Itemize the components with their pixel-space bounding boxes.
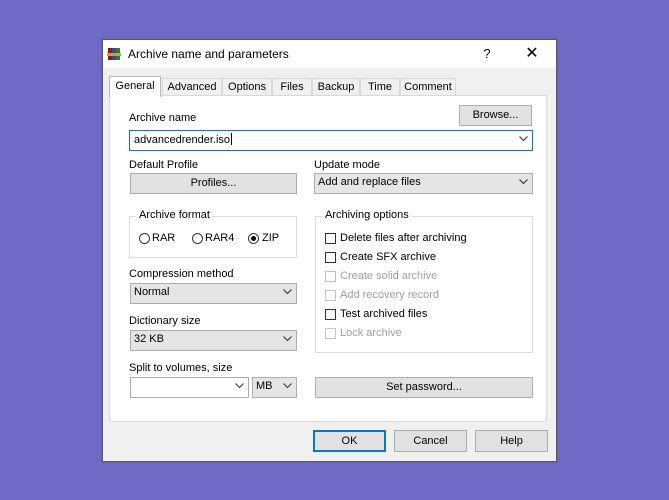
radio-rar-label[interactable]: RAR bbox=[152, 232, 175, 244]
default-profile-label: Default Profile bbox=[129, 159, 199, 171]
text-caret bbox=[231, 133, 233, 145]
split-volumes-label: Split to volumes, size bbox=[129, 362, 233, 374]
cancel-button[interactable]: Cancel bbox=[394, 430, 467, 452]
checkbox-lock-archive bbox=[325, 328, 336, 339]
winrar-books-icon bbox=[107, 48, 121, 60]
tab-files[interactable]: Files bbox=[272, 78, 312, 95]
ok-button[interactable]: OK bbox=[313, 430, 386, 452]
set-password-button[interactable]: Set password... bbox=[315, 377, 533, 398]
dictionary-size-value: 32 KB bbox=[134, 333, 164, 345]
tab-options[interactable]: Options bbox=[222, 78, 272, 95]
chevron-down-icon[interactable] bbox=[519, 136, 528, 142]
window-title: Archive name and parameters bbox=[128, 47, 289, 61]
update-mode-label: Update mode bbox=[314, 159, 381, 171]
checkbox-create-solid bbox=[325, 271, 336, 282]
create-sfx-label[interactable]: Create SFX archive bbox=[340, 251, 436, 263]
tab-general[interactable]: General bbox=[109, 76, 161, 97]
archive-name-value: advancedrender.iso bbox=[134, 134, 231, 146]
checkbox-test-archived[interactable] bbox=[325, 309, 336, 320]
update-mode-value: Add and replace files bbox=[318, 176, 421, 188]
help-button[interactable]: Help bbox=[475, 430, 548, 452]
radio-selected-dot bbox=[251, 236, 256, 241]
archive-name-label: Archive name bbox=[129, 112, 197, 124]
tab-comment[interactable]: Comment bbox=[400, 78, 456, 95]
split-unit-select[interactable]: MB bbox=[252, 377, 297, 398]
dictionary-size-label: Dictionary size bbox=[129, 315, 201, 327]
title-bar[interactable]: Archive name and parameters ? ✕ bbox=[103, 40, 556, 68]
test-archived-label[interactable]: Test archived files bbox=[340, 308, 427, 320]
close-icon[interactable]: ✕ bbox=[520, 43, 544, 65]
archive-dialog: Archive name and parameters ? ✕ General … bbox=[102, 39, 557, 462]
help-icon[interactable]: ? bbox=[479, 44, 495, 64]
browse-button[interactable]: Browse... bbox=[459, 105, 532, 126]
chevron-down-icon[interactable] bbox=[235, 383, 244, 389]
checkbox-delete-files[interactable] bbox=[325, 233, 336, 244]
tab-advanced[interactable]: Advanced bbox=[162, 78, 222, 95]
compression-method-value: Normal bbox=[134, 286, 170, 298]
compression-method-select[interactable]: Normal bbox=[130, 283, 297, 304]
split-size-input[interactable] bbox=[130, 377, 249, 398]
archive-format-label: Archive format bbox=[136, 209, 213, 221]
checkbox-recovery-record bbox=[325, 290, 336, 301]
dictionary-size-select[interactable]: 32 KB bbox=[130, 330, 297, 351]
archiving-options-label: Archiving options bbox=[322, 209, 412, 221]
radio-zip[interactable] bbox=[248, 233, 259, 244]
update-mode-select[interactable]: Add and replace files bbox=[314, 173, 533, 194]
chevron-down-icon bbox=[283, 383, 292, 389]
create-solid-label: Create solid archive bbox=[340, 270, 438, 282]
profiles-button[interactable]: Profiles... bbox=[130, 173, 297, 194]
delete-files-label[interactable]: Delete files after archiving bbox=[340, 232, 467, 244]
radio-rar[interactable] bbox=[139, 233, 150, 244]
split-unit-value: MB bbox=[256, 380, 273, 392]
chevron-down-icon bbox=[283, 336, 292, 342]
radio-rar4[interactable] bbox=[192, 233, 203, 244]
lock-archive-label: Lock archive bbox=[340, 327, 402, 339]
checkbox-create-sfx[interactable] bbox=[325, 252, 336, 263]
chevron-down-icon bbox=[283, 289, 292, 295]
general-panel: Archive name Browse... advancedrender.is… bbox=[109, 95, 547, 422]
recovery-record-label: Add recovery record bbox=[340, 289, 440, 301]
radio-zip-label[interactable]: ZIP bbox=[262, 232, 279, 244]
radio-rar4-label[interactable]: RAR4 bbox=[205, 232, 234, 244]
tab-time[interactable]: Time bbox=[360, 78, 400, 95]
compression-method-label: Compression method bbox=[129, 268, 234, 280]
tab-backup[interactable]: Backup bbox=[312, 78, 360, 95]
chevron-down-icon bbox=[519, 179, 528, 185]
archive-name-input[interactable]: advancedrender.iso bbox=[129, 130, 533, 151]
